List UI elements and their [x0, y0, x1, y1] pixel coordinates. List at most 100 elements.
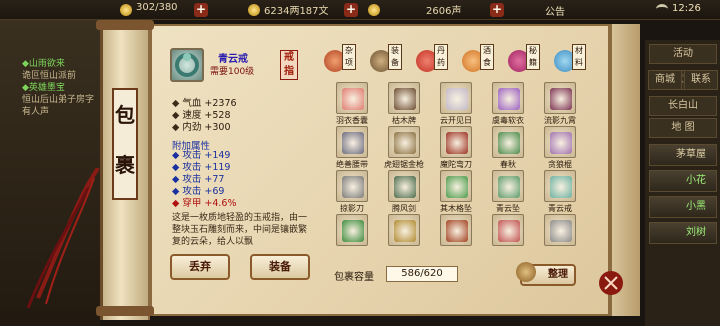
- notice-button[interactable]: 公告: [545, 3, 565, 18]
- item-icon: [440, 126, 472, 158]
- inventory-grid: 羽衣香囊 枯木牌 云开见日 虞毒软衣 流影九霄绝善腰带 虎翅锯金枪 魔陀弯刀 春秋 贪狼棍掠影刀…: [328, 82, 590, 258]
- stat-label: 攻击: [182, 174, 202, 185]
- extra-stat-row: ◆ 穿甲 +4.6%: [172, 198, 237, 209]
- item-art: [446, 220, 468, 242]
- item-icon: [440, 214, 472, 246]
- item-icon: [388, 170, 420, 202]
- energy-icon: [120, 4, 132, 16]
- tab-equipment[interactable]: 装备: [368, 44, 404, 74]
- quest-tracker[interactable]: ◆山雨欲来 诡叵恒山派前 ◆英雄墨宝 恒山后山弟子房字有人声: [22, 58, 102, 118]
- item-art: [446, 132, 468, 154]
- item-name-label: 虞毒软衣: [492, 116, 524, 125]
- npc-list-item[interactable]: 小黑: [649, 196, 717, 218]
- item-icon: [440, 82, 472, 114]
- item-icon: [492, 82, 524, 114]
- inventory-slot[interactable]: 春秋: [484, 126, 532, 170]
- inventory-slot[interactable]: 绝善腰带: [328, 126, 376, 170]
- energy-value: 302/380: [136, 2, 178, 13]
- extra-stat-row: ◆ 攻击 +119: [172, 162, 231, 173]
- stat-label: 攻击: [182, 150, 202, 161]
- inventory-slot[interactable]: 掠影刀: [328, 170, 376, 214]
- item-art: [342, 220, 364, 242]
- stat-value: +77: [204, 174, 225, 185]
- tab-pills[interactable]: 丹药: [414, 44, 450, 74]
- bag-title: 包 裹: [112, 88, 138, 200]
- add-energy-button[interactable]: +: [194, 3, 208, 17]
- shop-button[interactable]: 商城: [648, 70, 682, 90]
- close-seal-icon[interactable]: [596, 268, 626, 298]
- location-label: 长白山 (1534): [649, 96, 717, 129]
- inventory-slot[interactable]: 其木格坠: [432, 170, 480, 214]
- inventory-slot[interactable]: 青云戒: [536, 170, 584, 214]
- item-art: [498, 88, 520, 110]
- inventory-slot[interactable]: [432, 214, 480, 258]
- npc-list-item[interactable]: 小花: [649, 170, 717, 192]
- capacity-value: 586/620: [386, 266, 458, 282]
- item-name: 青云戒: [218, 54, 248, 65]
- item-icon: [492, 170, 524, 202]
- inventory-slot[interactable]: 虞毒软衣: [484, 82, 532, 126]
- item-name-label: 青云坠: [496, 204, 520, 213]
- inventory-slot[interactable]: 腾风剑: [380, 170, 428, 214]
- prestige-value: 2606声: [426, 6, 462, 17]
- contact-button[interactable]: 联系: [684, 70, 718, 90]
- stat-value: +2376: [204, 98, 237, 109]
- item-icon: [544, 82, 576, 114]
- stat-value: +4.6%: [204, 198, 237, 209]
- tab-food[interactable]: 酒食: [460, 44, 496, 74]
- inventory-slot[interactable]: [536, 214, 584, 258]
- add-money-button[interactable]: +: [344, 3, 358, 17]
- item-art: [342, 176, 364, 198]
- quest-title[interactable]: ◆山雨欲来: [22, 58, 102, 70]
- inventory-slot[interactable]: 羽衣香囊: [328, 82, 376, 126]
- equip-button[interactable]: 装备: [250, 254, 310, 280]
- inventory-slot[interactable]: 流影九霄: [536, 82, 584, 126]
- item-name-label: 魔陀弯刀: [440, 160, 472, 169]
- inventory-slot[interactable]: 枯木牌: [380, 82, 428, 126]
- quest-desc: 诡叵恒山派前: [22, 71, 77, 81]
- stat-value: +300: [204, 122, 231, 133]
- activity-button[interactable]: 活动: [649, 44, 717, 64]
- inventory-slot[interactable]: 魔陀弯刀: [432, 126, 480, 170]
- bag-title-char: 裹: [115, 153, 135, 177]
- quest-title[interactable]: ◆英雄墨宝: [22, 82, 102, 94]
- item-name-label: 羽衣香囊: [336, 116, 368, 125]
- inventory-slot[interactable]: 青云坠: [484, 170, 532, 214]
- tab-label: 材料: [572, 44, 586, 70]
- stat-value: +149: [204, 150, 231, 161]
- item-description: 这是一枚质地轻盈的玉戒指，由一整块玉石雕刻而来，中间是镶嵌繁复的云朵，给人以飘: [172, 213, 308, 247]
- tab-label: 丹药: [434, 44, 448, 70]
- inventory-slot[interactable]: 云开见日: [432, 82, 480, 126]
- add-prestige-button[interactable]: +: [490, 3, 504, 17]
- item-art: [394, 88, 416, 110]
- inventory-slot[interactable]: [380, 214, 428, 258]
- inventory-slot[interactable]: [484, 214, 532, 258]
- item-type-badge: 戒指: [280, 50, 298, 80]
- tab-label: 杂项: [342, 44, 356, 70]
- stat-value: +119: [204, 162, 231, 173]
- discard-button[interactable]: 丢弃: [170, 254, 230, 280]
- inventory-slot[interactable]: [328, 214, 376, 258]
- extra-stats: ◆ 攻击 +149 ◆ 攻击 +119 ◆ 攻击 +77 ◆ 攻击 +69 ◆ …: [172, 150, 307, 210]
- item-icon: [388, 126, 420, 158]
- map-button[interactable]: 地 图: [649, 118, 717, 138]
- inventory-slot[interactable]: 虎翅锯金枪: [380, 126, 428, 170]
- tab-misc[interactable]: 杂项: [322, 44, 358, 74]
- inventory-slot[interactable]: 贪狼棍: [536, 126, 584, 170]
- clock: 12:26: [672, 3, 701, 14]
- item-requirement: 需要100级: [210, 67, 255, 77]
- npc-list-item[interactable]: 刘树: [649, 222, 717, 244]
- tab-materials[interactable]: 材料: [552, 44, 588, 74]
- wifi-icon: [656, 4, 668, 14]
- stat-label: 攻击: [182, 162, 202, 173]
- npc-list-item[interactable]: 茅草屋: [649, 144, 717, 166]
- stat-value: +528: [204, 110, 231, 121]
- item-icon: [336, 170, 368, 202]
- item-art: [498, 176, 520, 198]
- item-icon: [492, 214, 524, 246]
- tab-manuals[interactable]: 秘籍: [506, 44, 542, 74]
- item-name-label: 腾风剑: [392, 204, 416, 213]
- item-art: [446, 176, 468, 198]
- stat-label: 气血: [182, 98, 202, 109]
- item-icon: [440, 170, 472, 202]
